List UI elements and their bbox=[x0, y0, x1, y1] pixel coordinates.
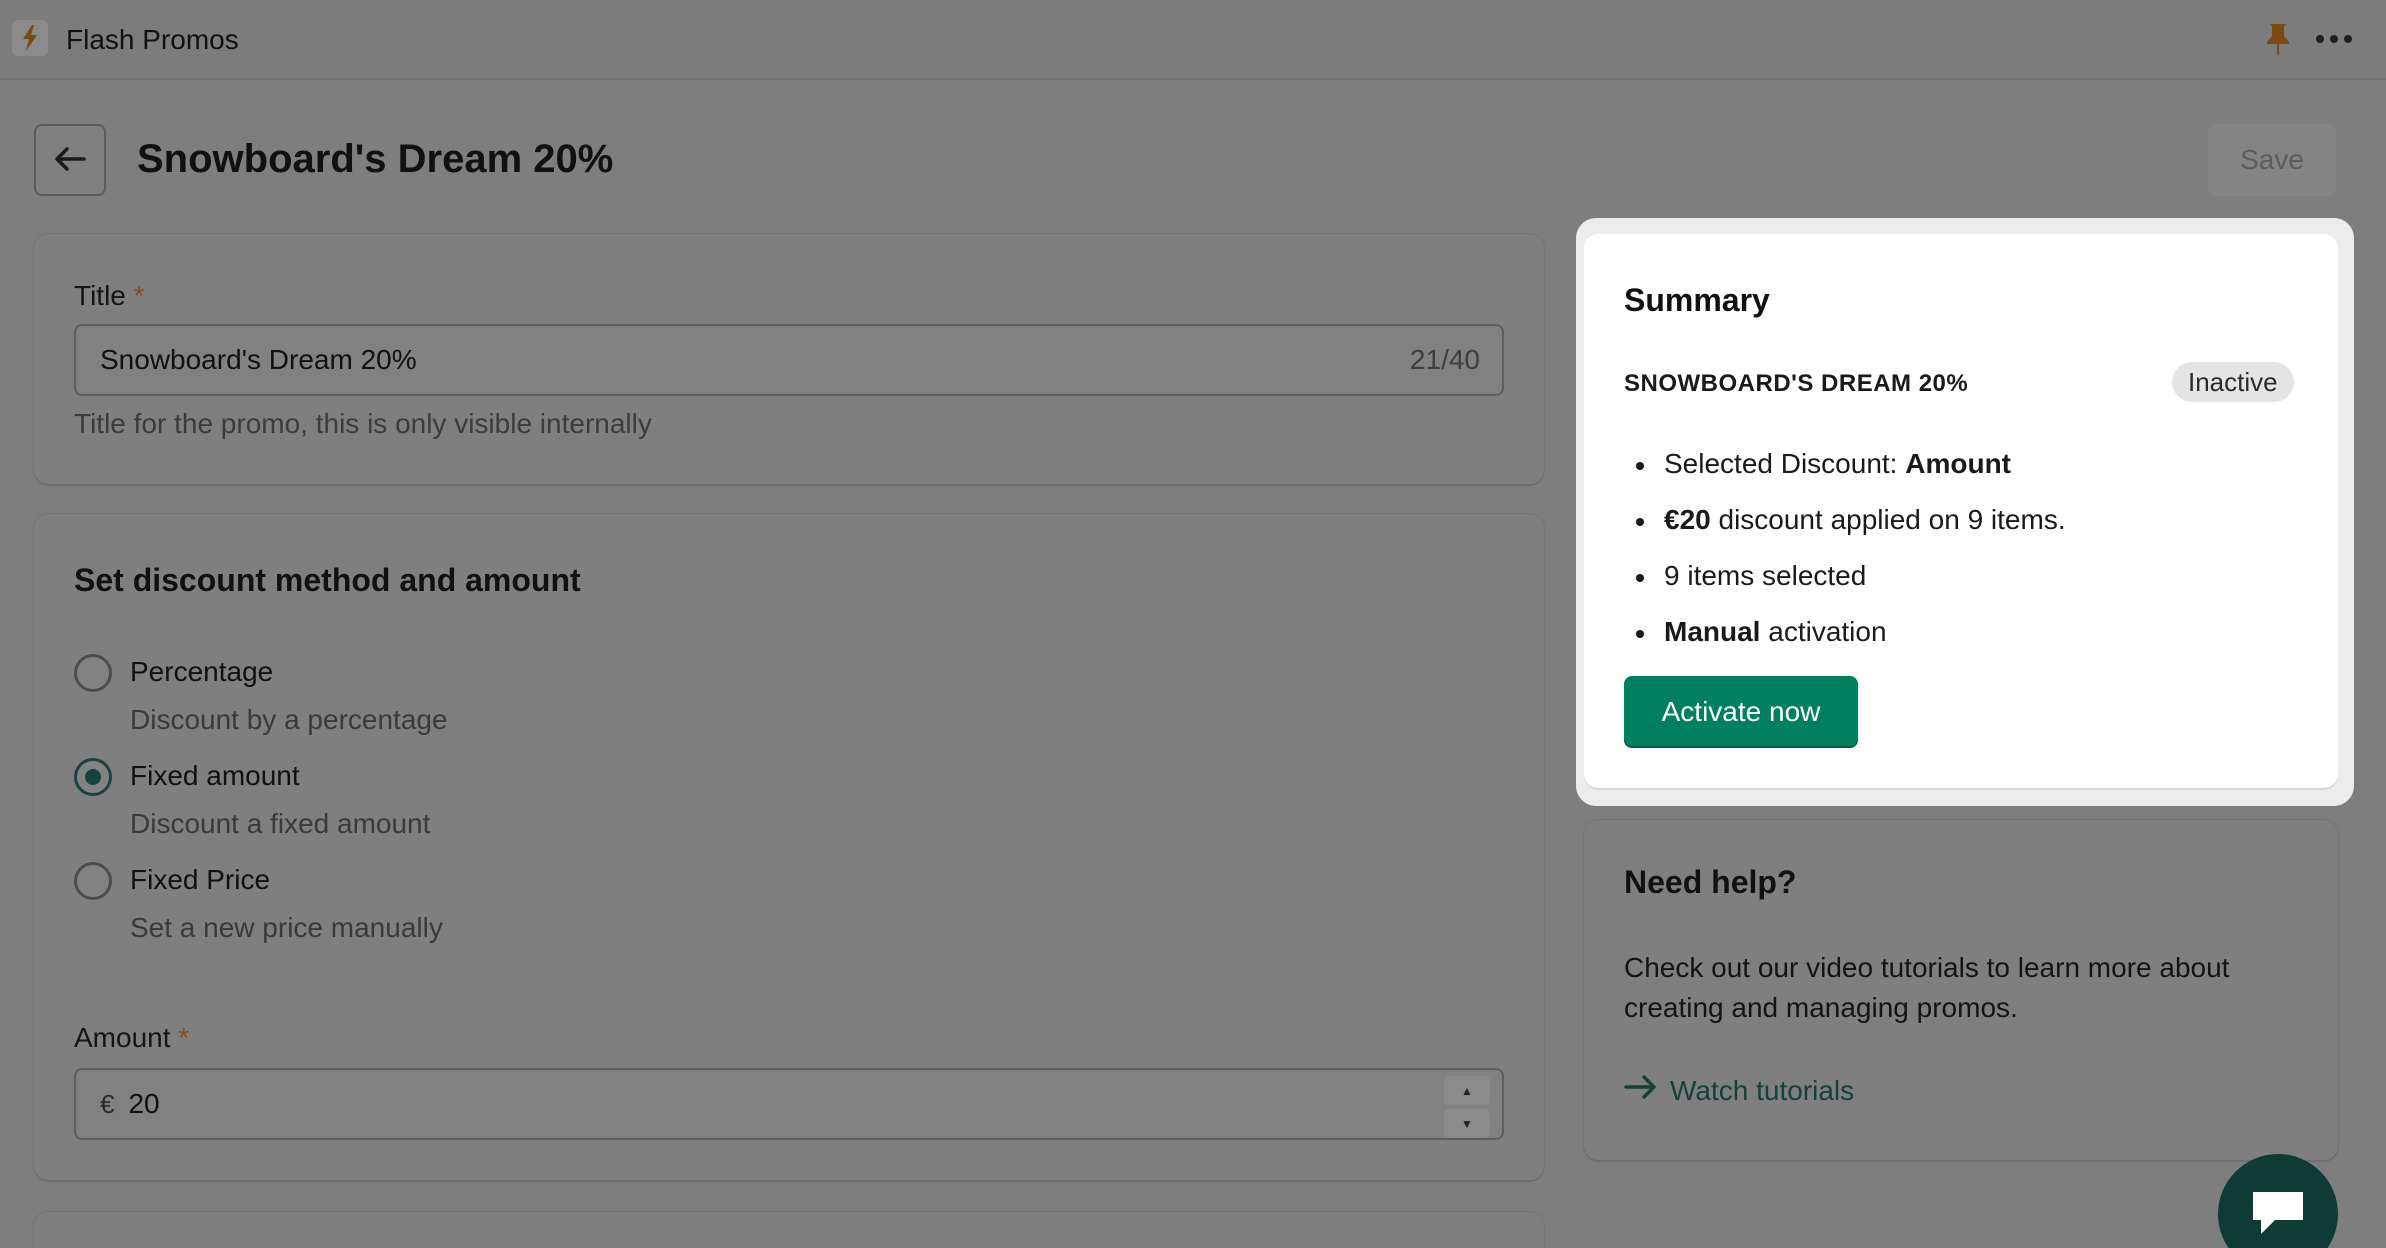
stepper-down-icon[interactable]: ▼ bbox=[1444, 1109, 1490, 1138]
status-badge: Inactive bbox=[2172, 362, 2294, 402]
back-button[interactable] bbox=[34, 124, 106, 196]
fixed-price-label[interactable]: Fixed Price bbox=[130, 864, 270, 896]
currency-prefix: € bbox=[100, 1088, 115, 1119]
summary-line-text: discount applied on 9 items. bbox=[1710, 504, 2066, 535]
title-label-text: Title bbox=[74, 280, 126, 311]
amount-input[interactable]: € 20 ▲ ▼ bbox=[74, 1068, 1504, 1140]
summary-list: Selected Discount: Amount €20 discount a… bbox=[1624, 436, 2304, 660]
title-input-value: Snowboard's Dream 20% bbox=[100, 344, 417, 375]
summary-card: Summary SNOWBOARD'S DREAM 20% Inactive S… bbox=[1584, 234, 2338, 788]
amount-label-text: Amount bbox=[74, 1022, 171, 1053]
arrow-right-icon bbox=[1624, 1074, 1658, 1107]
summary-promo-name: SNOWBOARD'S DREAM 20% bbox=[1624, 370, 1969, 397]
percentage-radio[interactable] bbox=[74, 654, 112, 692]
watch-tutorials-link[interactable]: Watch tutorials bbox=[1624, 1074, 1854, 1107]
summary-line-text: 9 items selected bbox=[1664, 560, 1867, 591]
summary-line-text: activation bbox=[1760, 616, 1887, 647]
fixed-amount-description: Discount a fixed amount bbox=[130, 808, 431, 839]
fixed-price-radio[interactable] bbox=[74, 862, 112, 900]
fixed-amount-label[interactable]: Fixed amount bbox=[130, 760, 300, 792]
stepper-up-icon[interactable]: ▲ bbox=[1444, 1076, 1490, 1105]
fixed-amount-radio[interactable] bbox=[74, 758, 112, 796]
char-counter: 21/40 bbox=[1409, 344, 1480, 375]
list-item: 9 items selected bbox=[1624, 548, 2304, 604]
amount-value: 20 bbox=[128, 1088, 160, 1119]
help-text: Check out our video tutorials to learn m… bbox=[1624, 952, 2230, 1023]
required-mark: * bbox=[133, 280, 145, 311]
chat-button[interactable] bbox=[2218, 1154, 2338, 1248]
help-heading: Need help? bbox=[1624, 864, 1797, 900]
save-button[interactable]: Save bbox=[2208, 124, 2336, 196]
percentage-label[interactable]: Percentage bbox=[130, 656, 273, 688]
fixed-price-description: Set a new price manually bbox=[130, 912, 443, 943]
title-card: Title * Snowboard's Dream 20% 21/40 Titl… bbox=[34, 234, 1544, 484]
list-item: €20 discount applied on 9 items. bbox=[1624, 492, 2304, 548]
next-section-card bbox=[34, 1212, 1544, 1248]
watch-tutorials-label: Watch tutorials bbox=[1670, 1074, 1855, 1106]
page-title: Snowboard's Dream 20% bbox=[137, 137, 614, 181]
chat-icon bbox=[2249, 1188, 2307, 1243]
list-item: Manual activation bbox=[1624, 604, 2304, 660]
discount-method-card: Set discount method and amount Percentag… bbox=[34, 514, 1544, 1180]
arrow-left-icon bbox=[54, 146, 86, 175]
activate-now-button[interactable]: Activate now bbox=[1624, 676, 1858, 748]
help-card: Need help? Check out our video tutorials… bbox=[1584, 820, 2338, 1160]
summary-line-bold: Manual bbox=[1664, 616, 1761, 647]
summary-line-text: Selected Discount: bbox=[1664, 448, 1906, 479]
summary-line-bold: €20 bbox=[1664, 504, 1711, 535]
title-input[interactable]: Snowboard's Dream 20% 21/40 bbox=[74, 324, 1504, 396]
pin-icon[interactable] bbox=[2264, 22, 2292, 56]
more-icon[interactable] bbox=[2316, 28, 2356, 50]
percentage-description: Discount by a percentage bbox=[130, 704, 448, 735]
summary-line-bold: Amount bbox=[1905, 448, 2012, 479]
discount-heading: Set discount method and amount bbox=[74, 562, 581, 598]
lightning-icon bbox=[12, 20, 48, 56]
title-hint: Title for the promo, this is only visibl… bbox=[74, 408, 652, 439]
app-top-bar: Flash Promos bbox=[0, 0, 2386, 80]
amount-label: Amount * bbox=[74, 1022, 189, 1054]
list-item: Selected Discount: Amount bbox=[1624, 436, 2304, 492]
title-label: Title * bbox=[74, 280, 145, 312]
required-mark: * bbox=[178, 1022, 190, 1053]
summary-heading: Summary bbox=[1624, 282, 1770, 318]
app-title: Flash Promos bbox=[66, 24, 239, 55]
amount-stepper[interactable]: ▲ ▼ bbox=[1444, 1076, 1490, 1138]
